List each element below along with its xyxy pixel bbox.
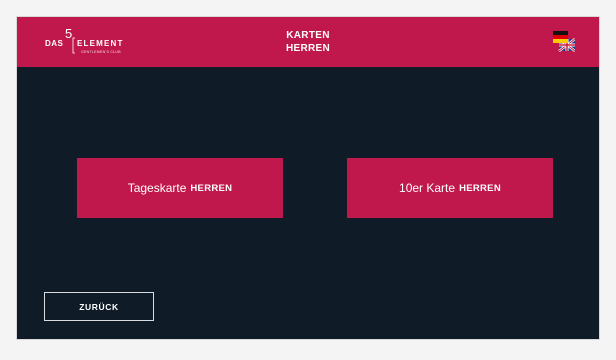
- day-ticket-button[interactable]: Tageskarte HERREN: [77, 158, 283, 218]
- day-ticket-label: Tageskarte: [127, 181, 187, 195]
- page-title-line1: KARTEN: [286, 30, 330, 41]
- header-bar: DAS 5 ELEMENT GENTLEMEN'S CLUB KARTEN HE…: [17, 17, 599, 67]
- page-title-line2: HERREN: [285, 43, 331, 54]
- day-ticket-suffix: HERREN: [190, 182, 233, 194]
- ten-ticket-button[interactable]: 10er Karte HERREN: [347, 158, 553, 218]
- ten-ticket-suffix: HERREN: [459, 182, 501, 194]
- back-button[interactable]: ZURÜCK: [44, 292, 154, 321]
- kiosk-screen: DAS 5 ELEMENT GENTLEMEN'S CLUB KARTEN HE…: [16, 16, 600, 340]
- page-title: KARTEN HERREN: [17, 29, 599, 55]
- language-flag-icon[interactable]: [553, 29, 576, 53]
- ten-ticket-label: 10er Karte: [399, 181, 456, 195]
- back-button-label: ZURÜCK: [79, 301, 119, 312]
